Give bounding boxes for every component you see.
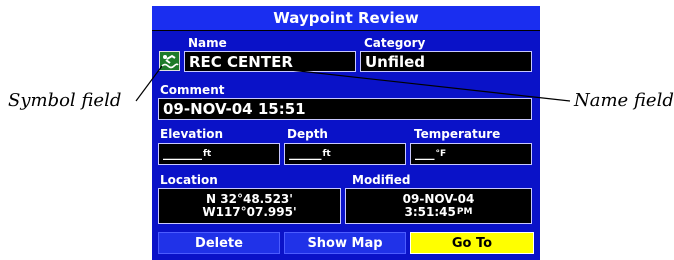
show-map-button[interactable]: Show Map bbox=[284, 232, 406, 254]
name-field-callout: Name field bbox=[574, 90, 674, 111]
elevation-field[interactable]: ______ft bbox=[158, 143, 280, 165]
comment-label: Comment bbox=[160, 83, 225, 97]
depth-unit: ft bbox=[322, 149, 331, 159]
temperature-field[interactable]: ___°F bbox=[410, 143, 532, 165]
category-label: Category bbox=[364, 36, 426, 50]
modified-time-suffix: PM bbox=[456, 207, 473, 217]
temperature-label: Temperature bbox=[414, 127, 501, 141]
temperature-unit: °F bbox=[435, 149, 447, 159]
waypoint-review-screen: Waypoint Review Name Category REC CENTER… bbox=[152, 6, 540, 260]
name-label: Name bbox=[188, 36, 227, 50]
temperature-value: ___ bbox=[415, 146, 435, 161]
elevation-unit: ft bbox=[203, 149, 212, 159]
elevation-value: ______ bbox=[163, 146, 202, 161]
go-to-button[interactable]: Go To bbox=[410, 232, 534, 254]
longitude-value: W117°07.995' bbox=[202, 205, 297, 219]
modified-time-value: 3:51:45 bbox=[404, 205, 456, 219]
comment-field[interactable]: 09-NOV-04 15:51 bbox=[158, 98, 532, 120]
swimmer-icon[interactable] bbox=[159, 51, 180, 71]
modified-field: 09-NOV-04 3:51:45PM bbox=[345, 188, 532, 224]
page-title: Waypoint Review bbox=[152, 6, 540, 31]
category-field[interactable]: Unfiled bbox=[360, 51, 532, 72]
depth-label: Depth bbox=[287, 127, 328, 141]
name-field[interactable]: REC CENTER bbox=[184, 51, 356, 72]
modified-label: Modified bbox=[352, 173, 411, 187]
depth-field[interactable]: _____ft bbox=[284, 143, 406, 165]
symbol-field-callout: Symbol field bbox=[8, 90, 122, 111]
modified-time: 3:51:45PM bbox=[346, 206, 531, 219]
depth-value: _____ bbox=[289, 146, 322, 161]
location-label: Location bbox=[160, 173, 218, 187]
delete-button[interactable]: Delete bbox=[158, 232, 280, 254]
location-field[interactable]: N 32°48.523' W117°07.995' bbox=[158, 188, 341, 224]
elevation-label: Elevation bbox=[160, 127, 224, 141]
